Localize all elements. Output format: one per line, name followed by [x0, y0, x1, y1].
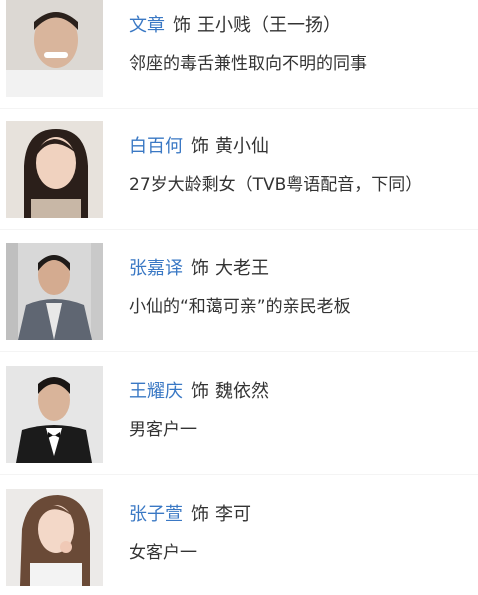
name-line: 文章饰王小贱（王一扬） — [129, 14, 341, 38]
cast-row: 王耀庆饰魏依然 男客户一 — [0, 366, 478, 466]
actor-photo — [6, 366, 103, 463]
row-divider — [0, 229, 478, 230]
portrait-image — [6, 0, 103, 97]
cast-row: 张嘉译饰大老王 小仙的“和蔼可亲”的亲民老板 — [0, 243, 478, 343]
role-name: 魏依然 — [215, 381, 269, 402]
name-line: 王耀庆饰魏依然 — [129, 380, 269, 404]
row-divider — [0, 351, 478, 352]
actor-name[interactable]: 张子萱 — [129, 504, 183, 525]
name-line: 张子萱饰李可 — [129, 503, 251, 527]
role-name: 大老王 — [215, 258, 269, 279]
role-word: 饰 — [191, 381, 209, 402]
role-word: 饰 — [191, 258, 209, 279]
cast-row: 文章饰王小贱（王一扬） 邻座的毒舌兼性取向不明的同事 — [0, 0, 478, 100]
portrait-image — [6, 243, 103, 340]
actor-photo — [6, 243, 103, 340]
actor-photo — [6, 121, 103, 218]
role-name: 王小贱（王一扬） — [197, 15, 341, 36]
cast-row: 白百何饰黄小仙 27岁大龄剩女（TVB粤语配音，下同） — [0, 121, 478, 221]
role-word: 饰 — [191, 504, 209, 525]
actor-photo — [6, 0, 103, 97]
actor-name[interactable]: 王耀庆 — [129, 381, 183, 402]
row-divider — [0, 474, 478, 475]
name-line: 白百何饰黄小仙 — [129, 135, 269, 159]
role-word: 饰 — [191, 136, 209, 157]
role-name: 李可 — [215, 504, 251, 525]
role-description: 男客户一 — [129, 420, 197, 440]
portrait-image — [6, 121, 103, 218]
actor-photo — [6, 489, 103, 586]
portrait-image — [6, 366, 103, 463]
actor-name[interactable]: 白百何 — [129, 136, 183, 157]
actor-name[interactable]: 张嘉译 — [129, 258, 183, 279]
row-divider — [0, 108, 478, 109]
cast-row: 张子萱饰李可 女客户一 — [0, 489, 478, 589]
role-description: 小仙的“和蔼可亲”的亲民老板 — [129, 297, 351, 317]
name-line: 张嘉译饰大老王 — [129, 257, 269, 281]
cast-list: 文章饰王小贱（王一扬） 邻座的毒舌兼性取向不明的同事 白百何饰黄小仙 27岁大龄… — [0, 0, 478, 595]
role-name: 黄小仙 — [215, 136, 269, 157]
actor-name[interactable]: 文章 — [129, 15, 165, 36]
role-description: 女客户一 — [129, 543, 197, 563]
role-description: 邻座的毒舌兼性取向不明的同事 — [129, 54, 367, 74]
role-description: 27岁大龄剩女（TVB粤语配音，下同） — [129, 175, 423, 195]
role-word: 饰 — [173, 15, 191, 36]
portrait-image — [6, 489, 103, 586]
